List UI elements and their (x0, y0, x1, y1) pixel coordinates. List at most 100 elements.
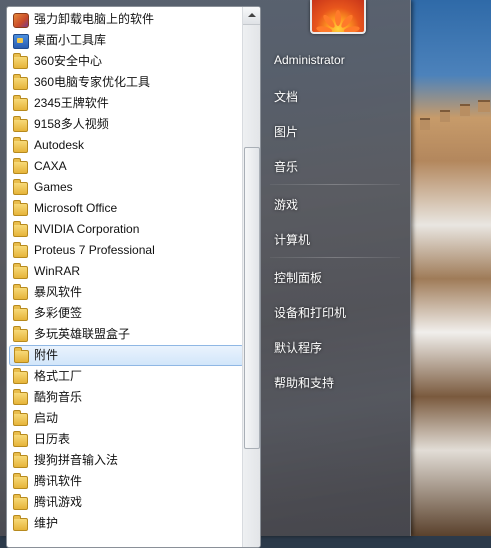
program-item-label: 2345王牌软件 (34, 96, 109, 110)
control-panel-link[interactable]: 控制面板 (274, 269, 322, 286)
program-item-label: NVIDIA Corporation (34, 222, 140, 236)
folder-icon (13, 74, 28, 90)
folder-icon (13, 389, 28, 405)
folder-icon (13, 515, 28, 531)
menu-separator (270, 257, 400, 258)
folder-icon (13, 95, 28, 111)
folder-icon (13, 116, 28, 132)
wall-battlement (420, 118, 430, 130)
games-link[interactable]: 游戏 (274, 196, 298, 213)
folder-icon (13, 137, 28, 153)
scroll-up-arrow-icon[interactable] (243, 7, 260, 25)
flower-petal (335, 10, 341, 26)
wall-battlement (478, 100, 490, 112)
all-programs-panel: 强力卸载电脑上的软件 桌面小工具库 360安全中心 360电脑专家优化工具 23… (6, 6, 261, 548)
music-link[interactable]: 音乐 (274, 158, 298, 175)
folder-icon (13, 494, 28, 510)
help-support-link[interactable]: 帮助和支持 (274, 374, 334, 391)
folder-icon (13, 242, 28, 258)
program-folder-baofeng[interactable]: 暴风软件 (7, 282, 260, 303)
program-item-label: 格式工厂 (34, 369, 83, 383)
program-item-gadget-gallery[interactable]: 桌面小工具库 (7, 30, 260, 51)
program-folder-proteus[interactable]: Proteus 7 Professional (7, 240, 260, 261)
program-folder-360-security[interactable]: 360安全中心 (7, 51, 260, 72)
user-picture-avatar[interactable] (310, 0, 366, 34)
program-item-label: 9158多人视频 (34, 117, 109, 131)
folder-icon (13, 452, 28, 468)
documents-link[interactable]: 文档 (274, 88, 298, 105)
folder-icon (13, 158, 28, 174)
program-item-label: WinRAR (34, 264, 81, 278)
great-wall-wallpaper-strip (410, 0, 491, 536)
program-folder-accessories[interactable]: 附件 (9, 345, 244, 366)
menu-separator (270, 184, 400, 185)
program-item-label: 日历表 (34, 432, 71, 446)
program-folder-sogou-pinyin[interactable]: 搜狗拼音输入法 (7, 450, 260, 471)
wall-battlement (440, 110, 450, 122)
program-item-label: Autodesk (34, 138, 85, 152)
program-item-label: 腾讯游戏 (34, 495, 83, 509)
folder-icon (13, 179, 28, 195)
folder-icon (13, 263, 28, 279)
program-folder-startup[interactable]: 启动 (7, 408, 260, 429)
program-item-label: 启动 (34, 411, 59, 425)
gadget-toolbox-icon (13, 34, 29, 49)
program-folder-sticky-notes[interactable]: 多彩便签 (7, 303, 260, 324)
program-list-scrollbar[interactable] (242, 7, 260, 547)
wall-battlement (460, 104, 470, 116)
program-item-label: 多彩便签 (34, 306, 83, 320)
pictures-link[interactable]: 图片 (274, 123, 298, 140)
computer-link[interactable]: 计算机 (274, 231, 310, 248)
program-item-label: 酷狗音乐 (34, 390, 83, 404)
program-item-label: 腾讯软件 (34, 474, 83, 488)
folder-icon (13, 410, 28, 426)
folder-icon (13, 53, 28, 69)
program-item-uninstaller[interactable]: 强力卸载电脑上的软件 (7, 9, 260, 30)
program-folder-calendar[interactable]: 日历表 (7, 429, 260, 450)
program-item-label: Proteus 7 Professional (34, 243, 155, 257)
default-programs-link[interactable]: 默认程序 (274, 339, 322, 356)
program-folder-maintenance[interactable]: 维护 (7, 513, 260, 534)
user-folder-link[interactable]: Administrator (274, 53, 345, 67)
program-item-label: 维护 (34, 516, 59, 530)
program-folder-tencent-software[interactable]: 腾讯软件 (7, 471, 260, 492)
folder-icon (13, 305, 28, 321)
program-item-label: 多玩英雄联盟盒子 (34, 327, 131, 341)
program-item-label: 搜狗拼音输入法 (34, 453, 119, 467)
program-item-label: Games (34, 180, 73, 194)
program-item-label: 360安全中心 (34, 54, 103, 68)
folder-icon (13, 284, 28, 300)
program-folder-winrar[interactable]: WinRAR (7, 261, 260, 282)
program-item-label: 桌面小工具库 (34, 33, 107, 47)
program-folder-caxa[interactable]: CAXA (7, 156, 260, 177)
program-folder-microsoft-office[interactable]: Microsoft Office (7, 198, 260, 219)
folder-icon (13, 368, 28, 384)
program-folder-autodesk[interactable]: Autodesk (7, 135, 260, 156)
program-folder-format-factory[interactable]: 格式工厂 (7, 366, 260, 387)
program-folder-9158[interactable]: 9158多人视频 (7, 114, 260, 135)
program-item-label: 暴风软件 (34, 285, 83, 299)
program-item-label: 360电脑专家优化工具 (34, 75, 151, 89)
program-item-label: 附件 (34, 348, 59, 362)
program-folder-2345[interactable]: 2345王牌软件 (7, 93, 260, 114)
folder-icon (13, 431, 28, 447)
uninstall-app-icon (13, 13, 29, 28)
start-menu: 强力卸载电脑上的软件 桌面小工具库 360安全中心 360电脑专家优化工具 23… (0, 0, 411, 548)
devices-printers-link[interactable]: 设备和打印机 (274, 304, 346, 321)
program-folder-lol-box[interactable]: 多玩英雄联盟盒子 (7, 324, 260, 345)
folder-icon (13, 200, 28, 216)
program-folder-360-optimizer[interactable]: 360电脑专家优化工具 (7, 72, 260, 93)
program-item-label: Microsoft Office (34, 201, 118, 215)
folder-icon (13, 473, 28, 489)
folder-icon (13, 326, 28, 342)
scrollbar-thumb[interactable] (244, 147, 260, 449)
program-item-label: CAXA (34, 159, 67, 173)
program-folder-tencent-games[interactable]: 腾讯游戏 (7, 492, 260, 513)
program-item-label: 强力卸载电脑上的软件 (34, 12, 155, 26)
program-folder-nvidia[interactable]: NVIDIA Corporation (7, 219, 260, 240)
folder-icon (13, 221, 28, 237)
program-list: 强力卸载电脑上的软件 桌面小工具库 360安全中心 360电脑专家优化工具 23… (7, 7, 260, 534)
program-folder-kugou-music[interactable]: 酷狗音乐 (7, 387, 260, 408)
folder-icon (14, 347, 29, 363)
program-folder-games[interactable]: Games (7, 177, 260, 198)
